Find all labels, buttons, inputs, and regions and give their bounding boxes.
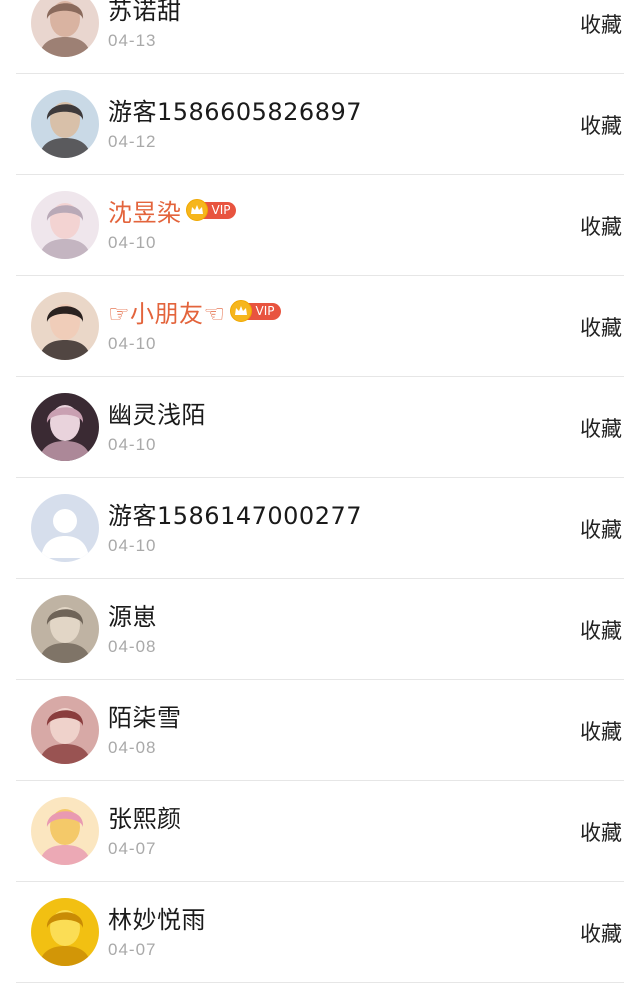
avatar[interactable]: [31, 191, 99, 259]
list-item[interactable]: 沈昱染 VIP 04-10 收藏: [16, 175, 624, 276]
date-text: 04-10: [108, 233, 157, 252]
favorite-button[interactable]: 收藏: [580, 716, 622, 746]
name-line: 源崽: [108, 597, 157, 632]
avatar[interactable]: [31, 595, 99, 663]
favorite-button[interactable]: 收藏: [580, 817, 622, 847]
name-line: ☞小朋友☜ VIP: [108, 294, 281, 329]
list-item[interactable]: 苏诺甜 04-13 收藏: [16, 0, 624, 74]
date-text: 04-13: [108, 31, 157, 50]
list-item[interactable]: ☞小朋友☜ VIP 04-10 收藏: [16, 276, 624, 377]
favorite-button[interactable]: 收藏: [580, 211, 622, 241]
name-line: 林妙悦雨: [108, 900, 206, 935]
date-text: 04-10: [108, 536, 157, 555]
crown-icon: [229, 300, 252, 322]
date-text: 04-07: [108, 839, 157, 858]
list-item[interactable]: 林妙悦雨 04-07 收藏: [16, 882, 624, 983]
date-text: 04-10: [108, 334, 157, 353]
avatar[interactable]: [31, 292, 99, 360]
user-name[interactable]: 苏诺甜: [108, 0, 182, 26]
favorite-button[interactable]: 收藏: [580, 413, 622, 443]
list-item[interactable]: 源崽 04-08 收藏: [16, 579, 624, 680]
name-line: 游客1586605826897: [108, 92, 362, 127]
avatar[interactable]: [31, 898, 99, 966]
favorite-button[interactable]: 收藏: [580, 312, 622, 342]
vip-badge: VIP: [229, 300, 281, 322]
date-text: 04-07: [108, 940, 157, 959]
user-name[interactable]: 沈昱染: [108, 193, 182, 228]
user-name[interactable]: 张熙颜: [108, 799, 182, 834]
user-name[interactable]: 游客1586147000277: [108, 496, 362, 531]
name-line: 幽灵浅陌: [108, 395, 206, 430]
user-name[interactable]: 源崽: [108, 597, 157, 632]
user-list: 苏诺甜 04-13 收藏 游客1586605826897 04-12 收藏 沈昱…: [0, 0, 640, 983]
avatar[interactable]: [31, 696, 99, 764]
avatar[interactable]: [31, 797, 99, 865]
avatar[interactable]: [31, 393, 99, 461]
list-item[interactable]: 张熙颜 04-07 收藏: [16, 781, 624, 882]
favorite-button[interactable]: 收藏: [580, 110, 622, 140]
name-line: 游客1586147000277: [108, 496, 362, 531]
avatar[interactable]: [31, 494, 99, 562]
user-name[interactable]: 陌柒雪: [108, 698, 182, 733]
user-name[interactable]: 林妙悦雨: [108, 900, 206, 935]
avatar[interactable]: [31, 90, 99, 158]
crown-icon: [185, 199, 208, 221]
avatar[interactable]: [31, 0, 99, 57]
user-name[interactable]: 幽灵浅陌: [108, 395, 206, 430]
name-line: 陌柒雪: [108, 698, 182, 733]
list-item[interactable]: 游客1586605826897 04-12 收藏: [16, 74, 624, 175]
name-line: 苏诺甜: [108, 0, 182, 26]
date-text: 04-10: [108, 435, 157, 454]
list-item[interactable]: 游客1586147000277 04-10 收藏: [16, 478, 624, 579]
date-text: 04-08: [108, 738, 157, 757]
name-line: 张熙颜: [108, 799, 182, 834]
list-item[interactable]: 幽灵浅陌 04-10 收藏: [16, 377, 624, 478]
favorite-button[interactable]: 收藏: [580, 918, 622, 948]
favorite-button[interactable]: 收藏: [580, 615, 622, 645]
vip-badge: VIP: [185, 199, 237, 221]
user-name[interactable]: 游客1586605826897: [108, 92, 362, 127]
favorite-button[interactable]: 收藏: [580, 9, 622, 39]
name-line: 沈昱染 VIP: [108, 193, 237, 228]
date-text: 04-08: [108, 637, 157, 656]
favorite-button[interactable]: 收藏: [580, 514, 622, 544]
date-text: 04-12: [108, 132, 157, 151]
list-item[interactable]: 陌柒雪 04-08 收藏: [16, 680, 624, 781]
user-name[interactable]: ☞小朋友☜: [108, 294, 226, 329]
